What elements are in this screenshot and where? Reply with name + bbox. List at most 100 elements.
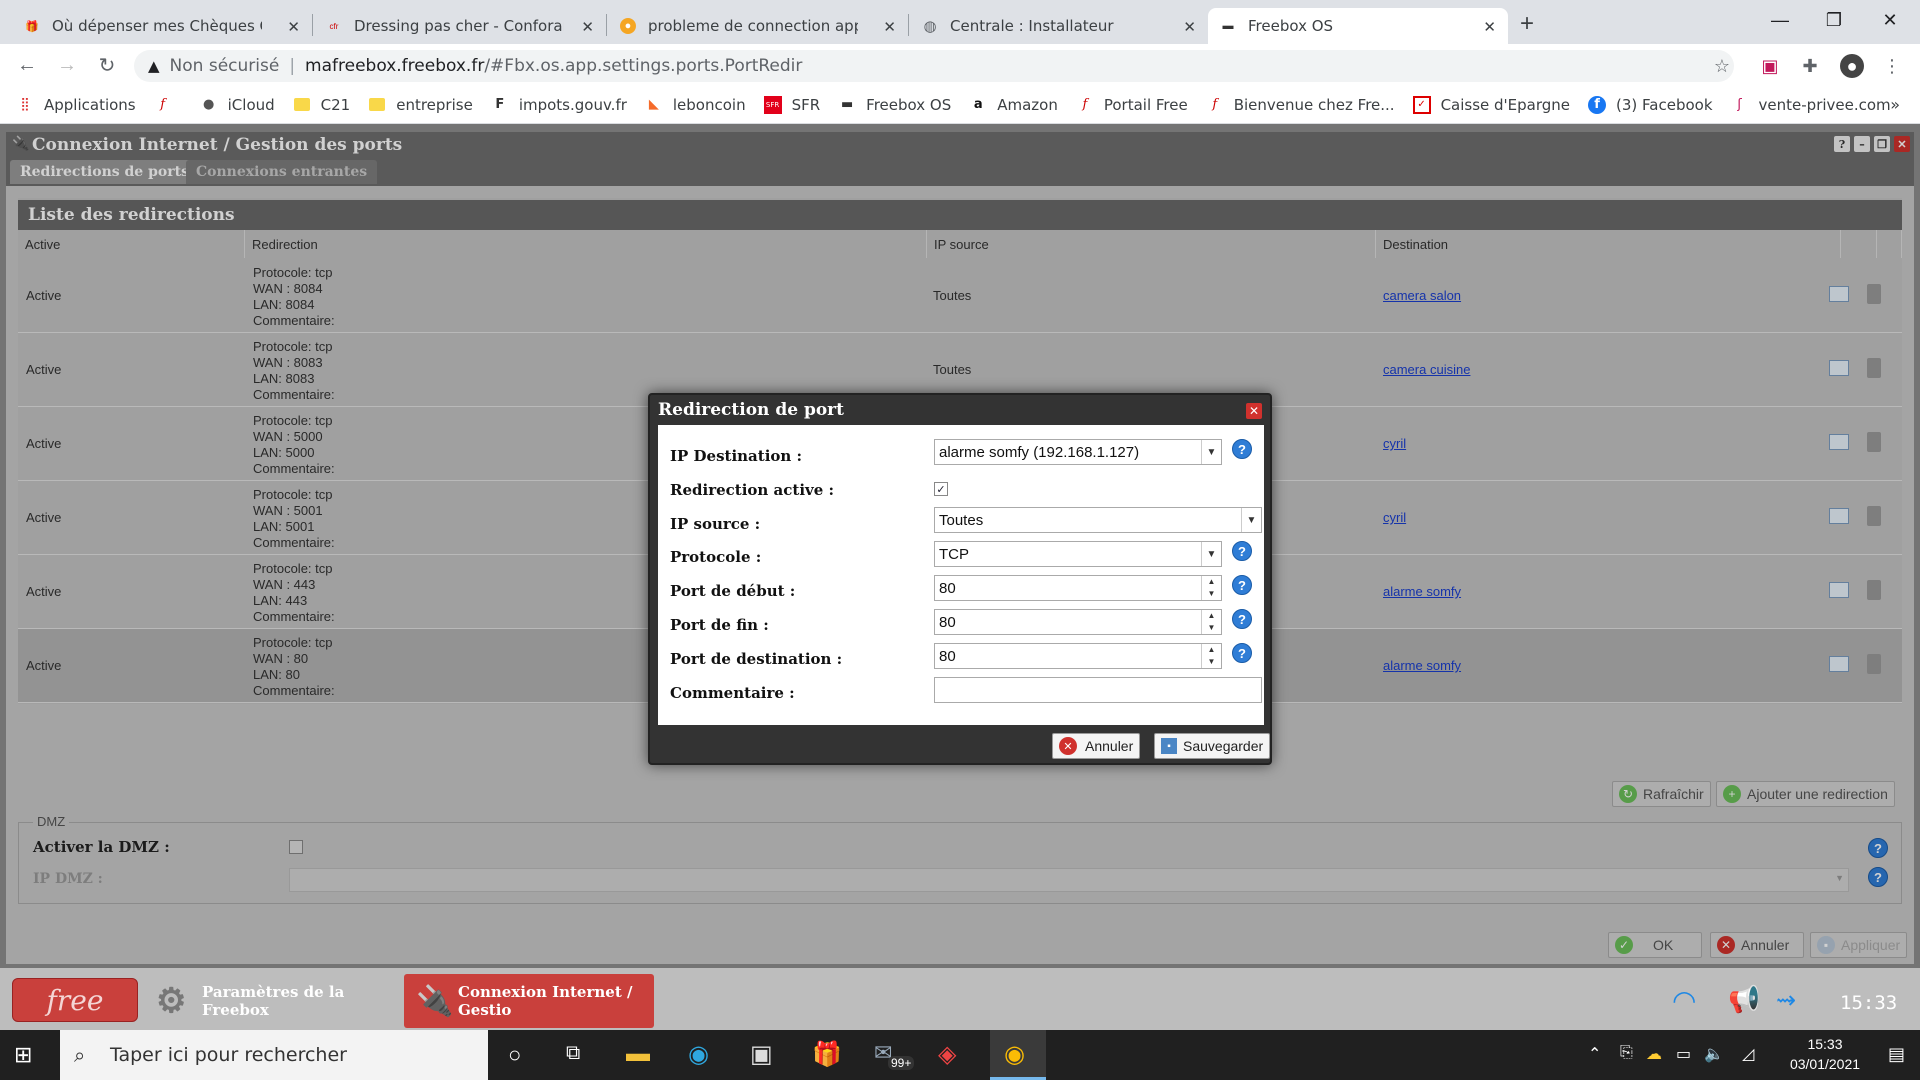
browser-tab[interactable]: ◍ Centrale : Installateur ✕	[910, 8, 1208, 44]
port-destination-stepper[interactable]: 80 ▲ ▼	[934, 643, 1222, 669]
ip-source-select[interactable]: Toutes ▼	[934, 507, 1262, 533]
reload-icon[interactable]: ↻	[92, 50, 122, 80]
onedrive-warning-icon[interactable]: ☁	[1646, 1044, 1662, 1064]
wifi-icon[interactable]: ◠	[1672, 984, 1696, 1017]
notification-icon[interactable]: ▤	[1888, 1044, 1905, 1065]
bookmark-leboncoin[interactable]: ◣ leboncoin	[645, 96, 746, 114]
chevron-up-icon[interactable]: ▲	[1202, 610, 1221, 622]
stepper-arrows[interactable]: ▲ ▼	[1201, 644, 1221, 668]
help-icon[interactable]: ?	[1232, 609, 1252, 629]
chevron-up-icon[interactable]: ▲	[1202, 576, 1221, 588]
gift-app-icon[interactable]: 🎁	[812, 1040, 842, 1069]
bookmark-portail-free[interactable]: f Portail Free	[1076, 96, 1187, 114]
edge-icon[interactable]: ◉	[688, 1040, 709, 1069]
bookmark-icloud[interactable]: ● iCloud	[200, 96, 275, 114]
bookmark-freebox-os[interactable]: ▬ Freebox OS	[838, 96, 951, 114]
bookmark-vente-privee[interactable]: ʃ vente-privee.com	[1731, 96, 1890, 114]
comment-input[interactable]	[934, 677, 1262, 703]
network-icon[interactable]: ◿	[1742, 1044, 1754, 1064]
stepper-arrows[interactable]: ▲ ▼	[1201, 576, 1221, 600]
close-icon[interactable]: ✕	[1183, 18, 1196, 36]
dialog-cancel-button[interactable]: ✕ Annuler	[1052, 733, 1141, 759]
stepper-arrows[interactable]: ▲ ▼	[1201, 610, 1221, 634]
bookmark-bienvenue-free[interactable]: f Bienvenue chez Fre...	[1206, 96, 1394, 114]
dialog-save-button[interactable]: ▪ Sauvegarder	[1154, 733, 1271, 759]
bookmark-sfr[interactable]: SFR SFR	[763, 95, 820, 114]
address-bar[interactable]: ▲ Non sécurisé | mafreebox.freebox.fr/#F…	[134, 50, 1734, 82]
bookmark-facebook[interactable]: f (3) Facebook	[1588, 95, 1713, 114]
bookmark-caisse-epargne[interactable]: ✓ Caisse d'Epargne	[1412, 95, 1570, 114]
browser-tab[interactable]: cfr Dressing pas cher - Conforama – ✕	[314, 8, 606, 44]
help-icon[interactable]: ?	[1232, 439, 1252, 459]
warning-icon[interactable]: ▲	[148, 57, 160, 75]
close-icon[interactable]: ✕	[883, 18, 896, 36]
chrome-taskbar-button[interactable]: ◉	[990, 1030, 1046, 1080]
avatar[interactable]: ●	[1840, 54, 1864, 78]
windows-search-box[interactable]: ⌕ Taper ici pour rechercher	[60, 1030, 488, 1080]
forward-icon[interactable]: →	[52, 50, 82, 80]
browser-tab[interactable]: ● probleme de connection applicat ✕	[608, 8, 908, 44]
taskbar-item-internet-connection[interactable]: 🔌 Connexion Internet / Gestio	[404, 974, 654, 1028]
device-icon[interactable]: ⎘	[1620, 1044, 1633, 1062]
system-clock[interactable]: 15:33 03/01/2021	[1780, 1034, 1870, 1074]
forum-icon: ●	[620, 18, 636, 34]
maximize-icon[interactable]: ❐	[1806, 0, 1862, 40]
cortana-icon[interactable]: ○	[508, 1042, 521, 1068]
close-icon[interactable]: ✕	[1246, 403, 1262, 419]
megaphone-icon[interactable]: 📢	[1728, 984, 1760, 1015]
pocket-icon[interactable]: ▣	[1758, 54, 1782, 78]
back-icon[interactable]: ←	[12, 50, 42, 80]
apps-grid-icon: ⣿	[20, 97, 30, 112]
help-icon[interactable]: ?	[1232, 643, 1252, 663]
volume-icon[interactable]: 🔈	[1704, 1044, 1724, 1064]
ip-source-label: IP source :	[670, 515, 761, 533]
taskbar-item-freebox-settings[interactable]: ⚙ Paramètres de la Freebox	[148, 974, 394, 1028]
free-f-icon: f	[1212, 97, 1218, 112]
window-close-icon[interactable]: ✕	[1862, 0, 1918, 40]
new-tab-icon[interactable]: +	[1520, 10, 1534, 38]
chevron-up-icon[interactable]: ⌃	[1588, 1044, 1601, 1064]
port-start-stepper[interactable]: 80 ▲ ▼	[934, 575, 1222, 601]
windows-start-icon[interactable]: ⊞	[14, 1042, 32, 1068]
menu-icon[interactable]: ⋮	[1880, 54, 1904, 78]
redirection-active-checkbox[interactable]: ✓	[934, 482, 948, 496]
bookmark-entreprise[interactable]: entreprise	[368, 96, 473, 114]
free-logo-button[interactable]: free	[12, 978, 138, 1022]
port-start-label: Port de début :	[670, 582, 796, 600]
close-icon[interactable]: ✕	[287, 18, 300, 36]
file-explorer-icon[interactable]: ▬	[626, 1040, 650, 1068]
brave-icon[interactable]: ◈	[938, 1040, 956, 1069]
protocol-label: Protocole :	[670, 548, 762, 566]
chevron-down-icon[interactable]: ▼	[1202, 622, 1221, 634]
close-icon[interactable]: ✕	[581, 18, 594, 36]
bookmark-impots[interactable]: Fimpots.gouv.fr	[491, 96, 627, 114]
protocol-select[interactable]: TCP ▼	[934, 541, 1222, 567]
bookmark-c21[interactable]: C21	[293, 96, 350, 114]
usb-icon[interactable]: ⇝	[1776, 986, 1796, 1015]
help-icon[interactable]: ?	[1232, 575, 1252, 595]
port-end-stepper[interactable]: 80 ▲ ▼	[934, 609, 1222, 635]
bookmark-free-f[interactable]: f	[154, 96, 182, 114]
facebook-icon: f	[1588, 95, 1607, 114]
close-icon[interactable]: ✕	[1483, 18, 1496, 36]
ip-destination-select[interactable]: alarme somfy (192.168.1.127) ▼	[934, 439, 1222, 465]
store-icon[interactable]: ▣	[750, 1040, 773, 1069]
browser-tab[interactable]: 🎁 Où dépenser mes Chèques Cade ✕	[12, 8, 312, 44]
mail-badge: 99+	[888, 1056, 915, 1070]
chevron-up-icon[interactable]: ▲	[1202, 644, 1221, 656]
port-end-label: Port de fin :	[670, 616, 769, 634]
dialog-footer: ✕ Annuler ▪ Sauvegarder	[658, 725, 1271, 759]
extensions-icon[interactable]: ✚	[1798, 54, 1822, 78]
chevron-down-icon[interactable]: ▼	[1202, 656, 1221, 668]
minimize-icon[interactable]: —	[1752, 0, 1808, 40]
bookmark-applications[interactable]: ⣿ Applications	[16, 96, 135, 114]
bookmark-amazon[interactable]: a Amazon	[969, 96, 1058, 114]
bookmarks-more-button[interactable]: »	[1890, 95, 1900, 114]
battery-icon[interactable]: ▭	[1676, 1044, 1691, 1064]
task-view-icon[interactable]: ⧉	[566, 1042, 580, 1065]
bookmark-star-icon[interactable]: ☆	[1710, 54, 1734, 78]
chevron-down-icon[interactable]: ▼	[1202, 588, 1221, 600]
browser-tab-active[interactable]: ▬ Freebox OS ✕	[1208, 8, 1508, 44]
help-icon[interactable]: ?	[1232, 541, 1252, 561]
port-icon: 🔌	[416, 983, 454, 1019]
